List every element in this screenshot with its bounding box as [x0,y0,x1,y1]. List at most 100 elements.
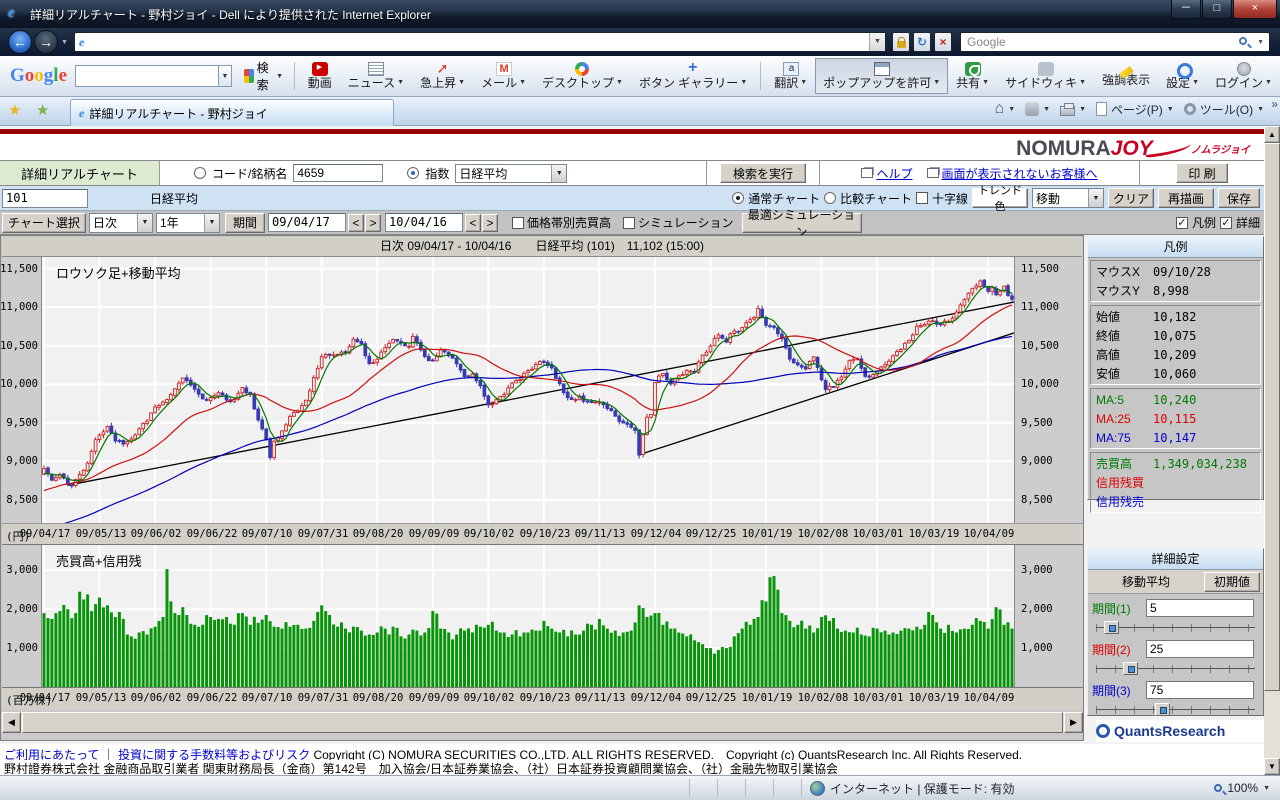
period-input-1[interactable] [1146,599,1254,617]
period-slider-3[interactable] [1096,702,1255,717]
date-from-next-button[interactable]: > [365,214,381,232]
ma-tab[interactable]: 移動平均 [1088,573,1204,590]
page-menu-icon[interactable] [1096,102,1107,116]
trend-color-button[interactable]: トレンド色 [972,188,1028,208]
date-from-input[interactable]: 09/04/17 [268,213,346,232]
normal-chart-radio[interactable] [732,192,744,204]
toolbar-search-dropdown-icon[interactable]: ▼ [219,65,232,87]
print-icon[interactable] [1060,106,1075,116]
address-bar[interactable]: e ▼ [74,32,886,52]
save-button[interactable]: 保存 [1218,188,1260,208]
volume-axis-right: 1,0002,0003,000 [1014,545,1083,687]
tools-gear-icon[interactable] [1184,103,1196,115]
period-input-2[interactable] [1146,640,1254,658]
best-simulation-button[interactable]: 最適シミュレーション [742,213,862,233]
toolbar-item-4[interactable]: デスクトップ▼ [534,58,631,94]
page-vertical-scrollbar[interactable]: ▲ ▼ [1264,126,1280,775]
noview-link[interactable]: 画面が表示されないお客様へ [942,167,1098,181]
risk-link[interactable]: 投資に関する手数料等およびリスク [118,748,310,760]
close-button[interactable]: × [1233,0,1277,19]
home-icon[interactable] [995,100,1005,118]
search-dropdown-icon[interactable]: ▼ [1257,34,1264,52]
refresh-button[interactable]: ↻ [913,32,931,52]
crosshair-checkbox[interactable] [916,192,928,204]
detail-checkbox[interactable]: ✓ [1220,217,1232,229]
slider-thumb[interactable] [1123,662,1138,675]
period-slider-1[interactable] [1096,620,1255,635]
code-radio[interactable] [194,167,206,179]
overflow-chevron-icon[interactable]: » [1271,97,1278,111]
toolbar-item-8[interactable]: ポップアップを許可▼ [815,58,948,94]
search-icon[interactable] [1239,37,1247,45]
redraw-button[interactable]: 再描画 [1158,188,1214,208]
reset-button[interactable]: 初期値 [1204,572,1260,592]
history-dropdown-icon[interactable]: ▼ [61,39,68,46]
slider-thumb[interactable] [1104,621,1119,634]
print-page-button[interactable]: 印 刷 [1176,163,1228,183]
toolbar-item-13[interactable]: ログイン▼ [1207,58,1280,94]
index-select[interactable]: 日経平均▼ [455,164,567,183]
toolbar-search-input[interactable] [75,65,219,87]
zoom-icon[interactable] [1214,784,1222,792]
add-favorite-icon[interactable]: ★ [36,101,49,119]
address-dropdown-icon[interactable]: ▼ [869,33,885,51]
toolbar-search-button[interactable]: 検索▼ [238,61,289,91]
candlestick-chart[interactable]: ロウソク足+移動平均 [42,257,1014,523]
chart-horizontal-scrollbar[interactable]: ◀ ▶ [2,712,1083,733]
price-tick-label: 10,000 [0,378,38,390]
code-display[interactable]: 101 [2,189,88,208]
scroll-left-icon[interactable]: ◀ [2,712,21,733]
execute-search-button[interactable]: 検索を実行 [720,163,806,183]
toolbar-item-5[interactable]: ボタン ギャラリー▼ [631,58,755,94]
zoom-dropdown-icon[interactable]: ▼ [1263,785,1270,792]
toolbar-item-12[interactable]: 設定▼ [1158,58,1207,94]
forward-button[interactable]: → [34,30,58,54]
toolbar-item-7[interactable]: 翻訳▼ [766,58,815,94]
date-to-prev-button[interactable]: < [465,214,481,232]
slider-thumb[interactable] [1155,703,1170,716]
scroll-right-icon[interactable]: ▶ [1064,712,1083,733]
compare-chart-radio[interactable] [824,192,836,204]
index-radio[interactable] [407,167,419,179]
simulation-checkbox[interactable] [623,217,635,229]
terms-link[interactable]: ご利用にあたって [4,748,99,760]
scroll-up-icon[interactable]: ▲ [1264,126,1280,143]
trend-mode-select[interactable]: 移動▼ [1032,188,1104,208]
clear-button[interactable]: クリア [1108,188,1154,208]
tab-active[interactable]: e 詳細リアルチャート - 野村ジョイ [70,99,394,126]
toolbar-item-10[interactable]: サイドウィキ▼ [997,58,1094,94]
volume-by-price-checkbox[interactable] [512,217,524,229]
toolbar-item-11[interactable]: 強調表示 [1094,58,1158,94]
toolbar-item-2[interactable]: 急上昇▼ [412,58,473,94]
minimize-button[interactable]: － [1171,0,1201,19]
date-to-next-button[interactable]: > [482,214,498,232]
toolbar-item-3[interactable]: メール▼ [473,58,534,94]
help-link[interactable]: ヘルプ [876,167,912,181]
span-select[interactable]: 1年▼ [156,213,220,233]
rss-icon[interactable] [1025,102,1039,116]
back-button[interactable]: ← [8,30,32,54]
tab-bar: ★ ★ e 詳細リアルチャート - 野村ジョイ ▼ ▼ ▼ ページ(P)▼ ツー… [0,97,1280,126]
volume-chart[interactable]: 売買高+信用残 [42,545,1014,687]
scrollbar-thumb[interactable] [22,712,1063,733]
stop-button[interactable]: × [934,32,952,52]
favorites-star-icon[interactable]: ★ [8,101,21,119]
toolbar-item-0[interactable]: 動画 [300,58,340,94]
page-menu[interactable]: ページ(P) [1111,101,1163,118]
period-input-3[interactable] [1146,681,1254,699]
legend-checkbox[interactable]: ✓ [1176,217,1188,229]
period-slider-2[interactable] [1096,661,1255,676]
date-from-prev-button[interactable]: < [348,214,364,232]
scroll-down-icon[interactable]: ▼ [1264,758,1280,775]
toolbar-item-1[interactable]: ニュース▼ [340,58,412,94]
period-type-select[interactable]: 日次▼ [89,213,153,233]
page-scrollbar-thumb[interactable] [1264,143,1280,691]
search-box[interactable]: Google ▼ [960,32,1270,52]
chart-select-button[interactable]: チャート選択 [2,213,86,233]
tools-menu[interactable]: ツール(O) [1200,101,1253,118]
toolbar-item-9[interactable]: 共有▼ [948,58,997,94]
maximize-button[interactable]: □ [1202,0,1232,19]
date-to-input[interactable]: 10/04/16 [385,213,463,232]
zoom-level[interactable]: 100% [1227,781,1258,795]
code-input[interactable]: 4659 [293,164,383,182]
